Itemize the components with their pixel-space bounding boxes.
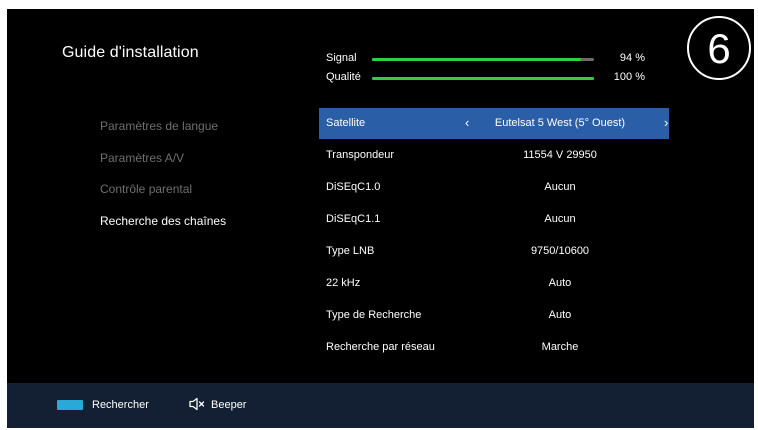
signal-bar-fill bbox=[372, 58, 581, 61]
setting-label: Type LNB bbox=[326, 245, 375, 257]
chevron-right-icon[interactable]: › bbox=[664, 115, 668, 130]
setting-value: Aucun bbox=[544, 213, 576, 225]
setting-value: 9750/10600 bbox=[530, 245, 590, 257]
quality-label: Qualité bbox=[326, 71, 361, 83]
signal-bar bbox=[372, 58, 594, 61]
setting-row-search-type[interactable]: Type de Recherche Auto bbox=[319, 300, 669, 331]
setting-row-network-search[interactable]: Recherche par réseau Marche bbox=[319, 332, 669, 363]
setting-row-diseqc10[interactable]: DiSEqC1.0 Aucun bbox=[319, 172, 669, 203]
menu-item-channel-search[interactable]: Recherche des chaînes bbox=[100, 214, 226, 228]
signal-value: 94 % bbox=[619, 52, 645, 64]
setting-label: 22 kHz bbox=[326, 277, 361, 289]
menu-item-parental-control[interactable]: Contrôle parental bbox=[100, 182, 192, 196]
quality-bar bbox=[372, 77, 594, 80]
setting-label: Type de Recherche bbox=[326, 309, 422, 321]
signal-label: Signal bbox=[326, 52, 357, 64]
setting-row-satellite[interactable]: Satellite ‹ Eutelsat 5 West (5° Ouest) › bbox=[319, 108, 669, 139]
quality-value: 100 % bbox=[613, 71, 645, 83]
blue-key-icon bbox=[57, 400, 83, 410]
setting-row-22khz[interactable]: 22 kHz Auto bbox=[319, 268, 669, 299]
setting-value: Auto bbox=[548, 277, 572, 289]
menu-item-language-settings[interactable]: Paramètres de langue bbox=[100, 119, 218, 133]
setting-value: Aucun bbox=[544, 181, 576, 193]
setting-label: DiSEqC1.1 bbox=[326, 213, 381, 225]
step-number-badge: 6 bbox=[687, 16, 751, 80]
speaker-mute-icon bbox=[189, 397, 205, 411]
menu-item-av-settings[interactable]: Paramètres A/V bbox=[100, 151, 184, 165]
setting-label: Recherche par réseau bbox=[326, 341, 435, 353]
setting-row-transponder[interactable]: Transpondeur 11554 V 29950 bbox=[319, 140, 669, 171]
setting-row-diseqc11[interactable]: DiSEqC1.1 Aucun bbox=[319, 204, 669, 235]
footer-bar: Rechercher Beeper bbox=[7, 383, 754, 428]
search-hint-label: Rechercher bbox=[92, 399, 149, 411]
beeper-hint-label: Beeper bbox=[211, 399, 247, 411]
setting-value: Marche bbox=[541, 341, 579, 353]
page-title: Guide d'installation bbox=[62, 44, 199, 61]
setting-value: Auto bbox=[548, 309, 572, 321]
setting-label: Satellite bbox=[326, 117, 366, 129]
setting-label: DiSEqC1.0 bbox=[326, 181, 381, 193]
quality-bar-fill bbox=[372, 77, 594, 80]
setting-row-lnb-type[interactable]: Type LNB 9750/10600 bbox=[319, 236, 669, 267]
tv-screen: Guide d'installation Signal 94 % Qualité… bbox=[7, 9, 754, 428]
setting-value: 11554 V 29950 bbox=[523, 149, 597, 161]
setting-value: Eutelsat 5 West (5° Ouest) bbox=[494, 117, 626, 129]
setting-label: Transpondeur bbox=[326, 149, 395, 161]
